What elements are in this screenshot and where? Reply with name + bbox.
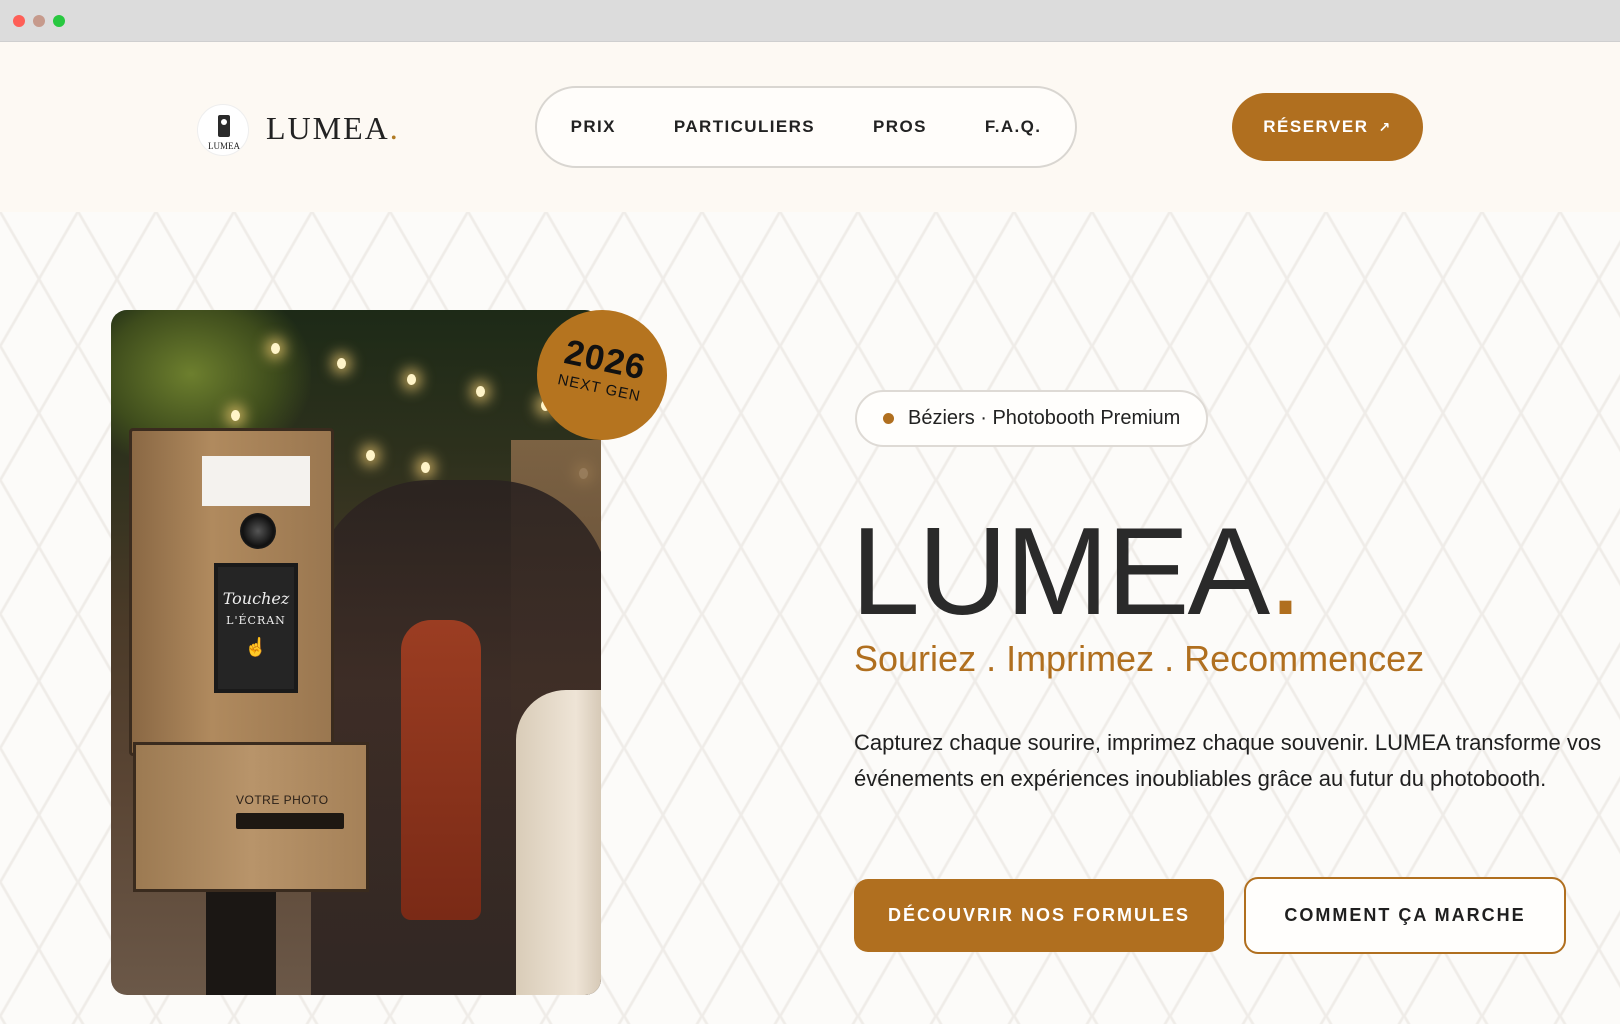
logo-small-text: LUMEA: [208, 141, 240, 151]
print-slot: [236, 813, 344, 829]
dot-icon: [883, 413, 894, 424]
nav-item-prix[interactable]: PRIX: [571, 117, 616, 137]
close-window-icon[interactable]: [13, 15, 25, 27]
photobooth-cabinet: Touchez L'ÉCRAN ☝: [129, 428, 334, 756]
reserve-button[interactable]: RÉSERVER ↗: [1232, 93, 1423, 161]
string-light: [476, 386, 485, 397]
string-light: [337, 358, 346, 369]
nav-item-particuliers[interactable]: PARTICULIERS: [674, 117, 815, 137]
string-light: [407, 374, 416, 385]
hero-title-dot: .: [1268, 503, 1302, 641]
nav-item-pros[interactable]: PROS: [873, 117, 927, 137]
photobooth-printer-base: VOTRE PHOTO: [133, 742, 369, 892]
string-light: [366, 450, 375, 461]
booth-touchscreen: Touchez L'ÉCRAN ☝: [214, 563, 298, 693]
booth-flash-panel: [202, 456, 310, 506]
string-light: [231, 410, 240, 421]
brand-name-text: LUMEA: [266, 110, 390, 146]
screen-text-line1: Touchez: [222, 589, 290, 608]
string-light: [271, 343, 280, 354]
string-light: [421, 462, 430, 473]
discover-formulas-button[interactable]: DÉCOUVRIR NOS FORMULES: [854, 879, 1224, 952]
minimize-window-icon[interactable]: [33, 15, 45, 27]
hero-title: LUMEA.: [851, 507, 1303, 637]
nav-item-faq[interactable]: F.A.Q.: [985, 117, 1042, 137]
hero-tagline: Souriez . Imprimez . Recommencez: [854, 638, 1425, 679]
red-dress-guest: [401, 620, 481, 920]
booth-photo-label: VOTRE PHOTO: [236, 793, 329, 807]
tap-hand-icon: ☝: [244, 637, 268, 658]
screen-text-line2: L'ÉCRAN: [226, 614, 286, 627]
maximize-window-icon[interactable]: [53, 15, 65, 27]
camera-lens-icon: [240, 513, 276, 549]
location-pill: Béziers · Photobooth Premium: [855, 390, 1208, 447]
how-it-works-button[interactable]: COMMENT ÇA MARCHE: [1244, 877, 1566, 954]
hero-photo: Touchez L'ÉCRAN ☝ VOTRE PHOTO: [111, 310, 601, 995]
hero-description: Capturez chaque sourire, imprimez chaque…: [854, 730, 1602, 791]
brand-name[interactable]: LUMEA.: [266, 110, 400, 150]
logo-icon[interactable]: LUMEA: [197, 104, 249, 156]
browser-window-bar: [0, 0, 1620, 42]
photobooth-stand: [206, 892, 276, 995]
arrow-up-right-icon: ↗: [1378, 118, 1392, 135]
reserve-button-label: RÉSERVER: [1263, 117, 1369, 136]
hero-title-text: LUMEA: [851, 503, 1270, 641]
main-nav: PRIX PARTICULIERS PROS F.A.Q.: [535, 86, 1077, 168]
cocktail-table: [516, 690, 601, 995]
photobooth-icon: [218, 115, 230, 137]
brand-dot: .: [389, 110, 400, 146]
location-pill-text: Béziers · Photobooth Premium: [908, 407, 1181, 429]
